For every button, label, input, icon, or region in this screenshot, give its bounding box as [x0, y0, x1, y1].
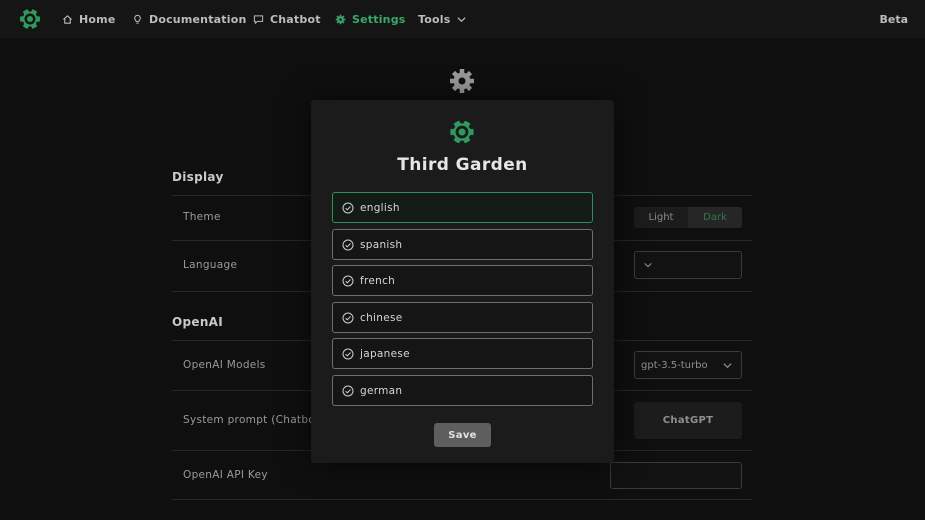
nav-chatbot[interactable]: Chatbot: [253, 0, 321, 38]
system-prompt-label: System prompt (Chatbot): [183, 414, 324, 426]
gear-icon: [335, 14, 346, 24]
language-option-french[interactable]: french: [332, 265, 593, 296]
chevron-down-icon: [644, 262, 652, 268]
nav-settings-label: Settings: [352, 12, 406, 26]
language-option-label: japanese: [360, 347, 410, 360]
api-key-input[interactable]: [610, 462, 742, 489]
language-option-german[interactable]: german: [332, 375, 593, 406]
language-option-japanese[interactable]: japanese: [332, 338, 593, 369]
theme-dark-option[interactable]: Dark: [688, 207, 742, 228]
language-option-label: french: [360, 274, 396, 287]
model-select[interactable]: gpt-3.5-turbo: [634, 351, 742, 379]
language-select[interactable]: [634, 251, 742, 279]
model-select-value: gpt-3.5-turbo: [641, 359, 708, 371]
language-label: Language: [183, 259, 238, 271]
models-label: OpenAI Models: [183, 359, 266, 371]
language-option-label: german: [360, 384, 403, 397]
nav-tools[interactable]: Tools: [418, 0, 467, 38]
check-circle-icon: [342, 348, 354, 359]
home-icon: [63, 14, 72, 24]
modal-title: Third Garden: [397, 155, 528, 175]
chat-bubble-icon: [253, 14, 264, 24]
language-option-label: english: [360, 201, 400, 214]
theme-light-option[interactable]: Light: [634, 207, 688, 228]
check-circle-icon: [342, 239, 354, 250]
language-option-spanish[interactable]: spanish: [332, 229, 593, 260]
chevron-down-icon: [457, 16, 467, 22]
language-modal: Third Garden english spanish french chin…: [311, 100, 614, 463]
check-circle-icon: [342, 202, 354, 213]
language-option-label: spanish: [360, 238, 403, 251]
nav-home[interactable]: Home: [62, 0, 116, 38]
theme-label: Theme: [183, 211, 221, 223]
save-button[interactable]: Save: [434, 423, 491, 447]
nav-documentation-label: Documentation: [149, 12, 247, 26]
nav-settings[interactable]: Settings: [335, 0, 406, 38]
app-logo-icon: [449, 118, 475, 146]
nav-home-label: Home: [79, 12, 116, 26]
settings-gear-icon: [450, 69, 474, 93]
api-key-label: OpenAI API Key: [183, 469, 268, 481]
language-option-label: chinese: [360, 311, 403, 324]
language-option-chinese[interactable]: chinese: [332, 302, 593, 333]
check-circle-icon: [342, 275, 354, 286]
nav-tools-label: Tools: [418, 12, 451, 26]
openai-section-title: OpenAI: [172, 315, 224, 329]
display-section-title: Display: [172, 170, 224, 184]
nav-chatbot-label: Chatbot: [270, 12, 321, 26]
language-option-english[interactable]: english: [332, 192, 593, 223]
system-prompt-button[interactable]: ChatGPT: [634, 402, 742, 439]
app-logo-icon[interactable]: [18, 7, 42, 31]
chevron-down-icon: [723, 362, 732, 368]
nav-documentation[interactable]: Documentation: [132, 0, 247, 38]
top-nav: Home Documentation Chatbot Settings Tool…: [0, 0, 925, 38]
check-circle-icon: [342, 312, 354, 323]
check-circle-icon: [342, 385, 354, 396]
lightbulb-icon: [134, 14, 141, 24]
theme-toggle[interactable]: Light Dark: [634, 207, 742, 228]
beta-badge: Beta: [879, 12, 908, 26]
